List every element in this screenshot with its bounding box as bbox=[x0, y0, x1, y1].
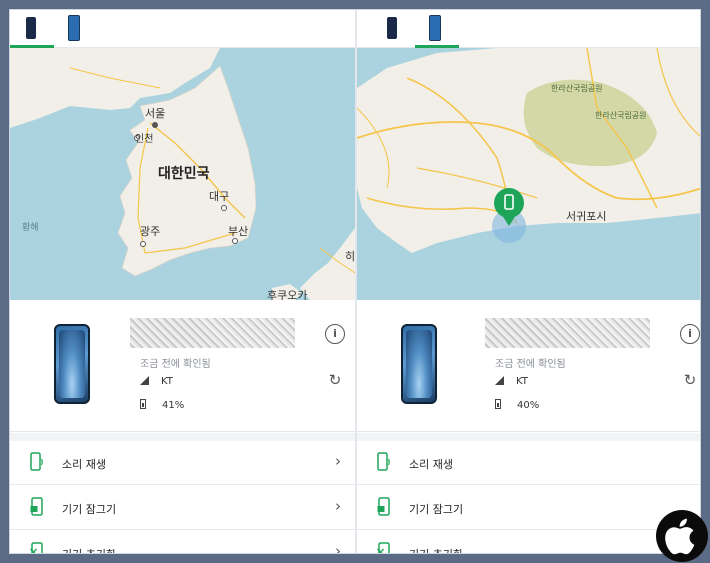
battery-row: 41% bbox=[140, 399, 184, 411]
map-label-fukuoka: 후쿠오카 bbox=[267, 289, 308, 300]
device-info-card: 조금 전에 확인됨 KT 41% i ↻ bbox=[10, 300, 355, 432]
lock-device-label: 기기 잠그기 bbox=[62, 503, 117, 516]
left-panel: 서울 인천 대한민국 대구 광주 부산 황해 히로 후쿠오카 조금 전에 확인됨… bbox=[10, 10, 355, 554]
erase-device-icon bbox=[30, 542, 43, 553]
jeju-map[interactable]: 한라산국립공원 한라산국립공원 서귀포시 bbox=[357, 48, 700, 300]
map-label-seoul: 서울 bbox=[145, 107, 166, 120]
erase-device-row[interactable]: 기기 초기화 bbox=[357, 531, 700, 553]
info-icon[interactable]: i bbox=[325, 324, 345, 344]
map-label-seogwipo: 서귀포시 bbox=[566, 210, 607, 223]
lock-device-label: 기기 잠그기 bbox=[409, 503, 464, 516]
carrier-row: KT bbox=[140, 376, 173, 387]
phone-icon bbox=[387, 17, 397, 39]
device-tab-2[interactable] bbox=[415, 10, 459, 48]
last-seen-status: 조금 전에 확인됨 bbox=[140, 359, 211, 370]
device-info-card: 조금 전에 확인됨 KT 40% i ↻ bbox=[357, 300, 700, 432]
play-sound-row[interactable]: 소리 재생 bbox=[357, 441, 700, 485]
lock-device-row[interactable]: 기기 잠그기 bbox=[357, 486, 700, 530]
play-sound-icon bbox=[30, 452, 43, 471]
map-label-incheon: 인천 bbox=[135, 134, 154, 145]
lock-device-icon bbox=[377, 497, 390, 516]
map-label-daegu: 대구 bbox=[209, 190, 230, 203]
refresh-icon[interactable]: ↻ bbox=[325, 370, 345, 390]
erase-device-label: 기기 초기화 bbox=[409, 546, 463, 553]
device-tab-bar bbox=[10, 10, 355, 48]
carrier-row: KT bbox=[495, 376, 528, 387]
phone-icon bbox=[429, 15, 441, 41]
lock-device-row[interactable]: 기기 잠그기 › bbox=[10, 486, 355, 530]
section-gap bbox=[10, 433, 355, 441]
korea-map[interactable]: 서울 인천 대한민국 대구 광주 부산 황해 히로 후쿠오카 bbox=[10, 48, 355, 300]
map-label-park-1: 한라산국립공원 bbox=[551, 84, 603, 93]
carrier-label: KT bbox=[516, 376, 528, 387]
carrier-label: KT bbox=[161, 376, 173, 387]
device-tab-bar bbox=[357, 10, 700, 48]
device-name-redacted bbox=[485, 318, 650, 348]
map-label-korea: 대한민국 bbox=[158, 166, 210, 182]
chevron-right-icon: › bbox=[335, 452, 341, 470]
erase-device-icon bbox=[377, 542, 390, 553]
play-sound-label: 소리 재생 bbox=[409, 458, 453, 471]
battery-level: 40% bbox=[517, 400, 540, 411]
map-label-park-2: 한라산국립공원 bbox=[595, 111, 647, 120]
signal-icon bbox=[495, 376, 504, 385]
battery-icon bbox=[495, 399, 501, 409]
apple-logo-icon bbox=[656, 510, 708, 562]
device-image bbox=[401, 324, 437, 404]
map-label-hiro: 히로 bbox=[345, 250, 355, 263]
erase-device-row[interactable]: 기기 초기화 › bbox=[10, 531, 355, 554]
map-graphic bbox=[357, 48, 700, 300]
signal-icon bbox=[140, 376, 149, 385]
screenshot-frame: 서울 인천 대한민국 대구 광주 부산 황해 히로 후쿠오카 조금 전에 확인됨… bbox=[9, 9, 701, 554]
last-seen-status: 조금 전에 확인됨 bbox=[495, 359, 566, 370]
battery-icon bbox=[140, 399, 146, 409]
section-gap bbox=[357, 433, 700, 441]
chevron-right-icon: › bbox=[335, 497, 341, 515]
device-tab-1[interactable] bbox=[371, 10, 415, 48]
map-label-hwanghae: 황해 bbox=[22, 223, 39, 233]
battery-row: 40% bbox=[495, 399, 539, 411]
erase-device-label: 기기 초기화 bbox=[62, 546, 116, 553]
device-tab-2[interactable] bbox=[56, 10, 100, 48]
device-image bbox=[54, 324, 90, 404]
lock-device-icon bbox=[30, 497, 43, 516]
play-sound-label: 소리 재생 bbox=[62, 458, 106, 471]
info-icon[interactable]: i bbox=[680, 324, 700, 344]
battery-level: 41% bbox=[162, 400, 185, 411]
device-tab-1[interactable] bbox=[10, 10, 54, 48]
refresh-icon[interactable]: ↻ bbox=[680, 370, 700, 390]
map-label-gwangju: 광주 bbox=[140, 225, 161, 238]
device-name-redacted bbox=[130, 318, 295, 348]
play-sound-row[interactable]: 소리 재생 › bbox=[10, 441, 355, 485]
chevron-right-icon: › bbox=[335, 542, 341, 554]
phone-icon bbox=[68, 15, 80, 41]
map-label-busan: 부산 bbox=[228, 225, 249, 238]
right-panel: 한라산국립공원 한라산국립공원 서귀포시 조금 전에 확인됨 KT 40% i … bbox=[357, 10, 700, 553]
play-sound-icon bbox=[377, 452, 390, 471]
phone-icon bbox=[26, 17, 36, 39]
